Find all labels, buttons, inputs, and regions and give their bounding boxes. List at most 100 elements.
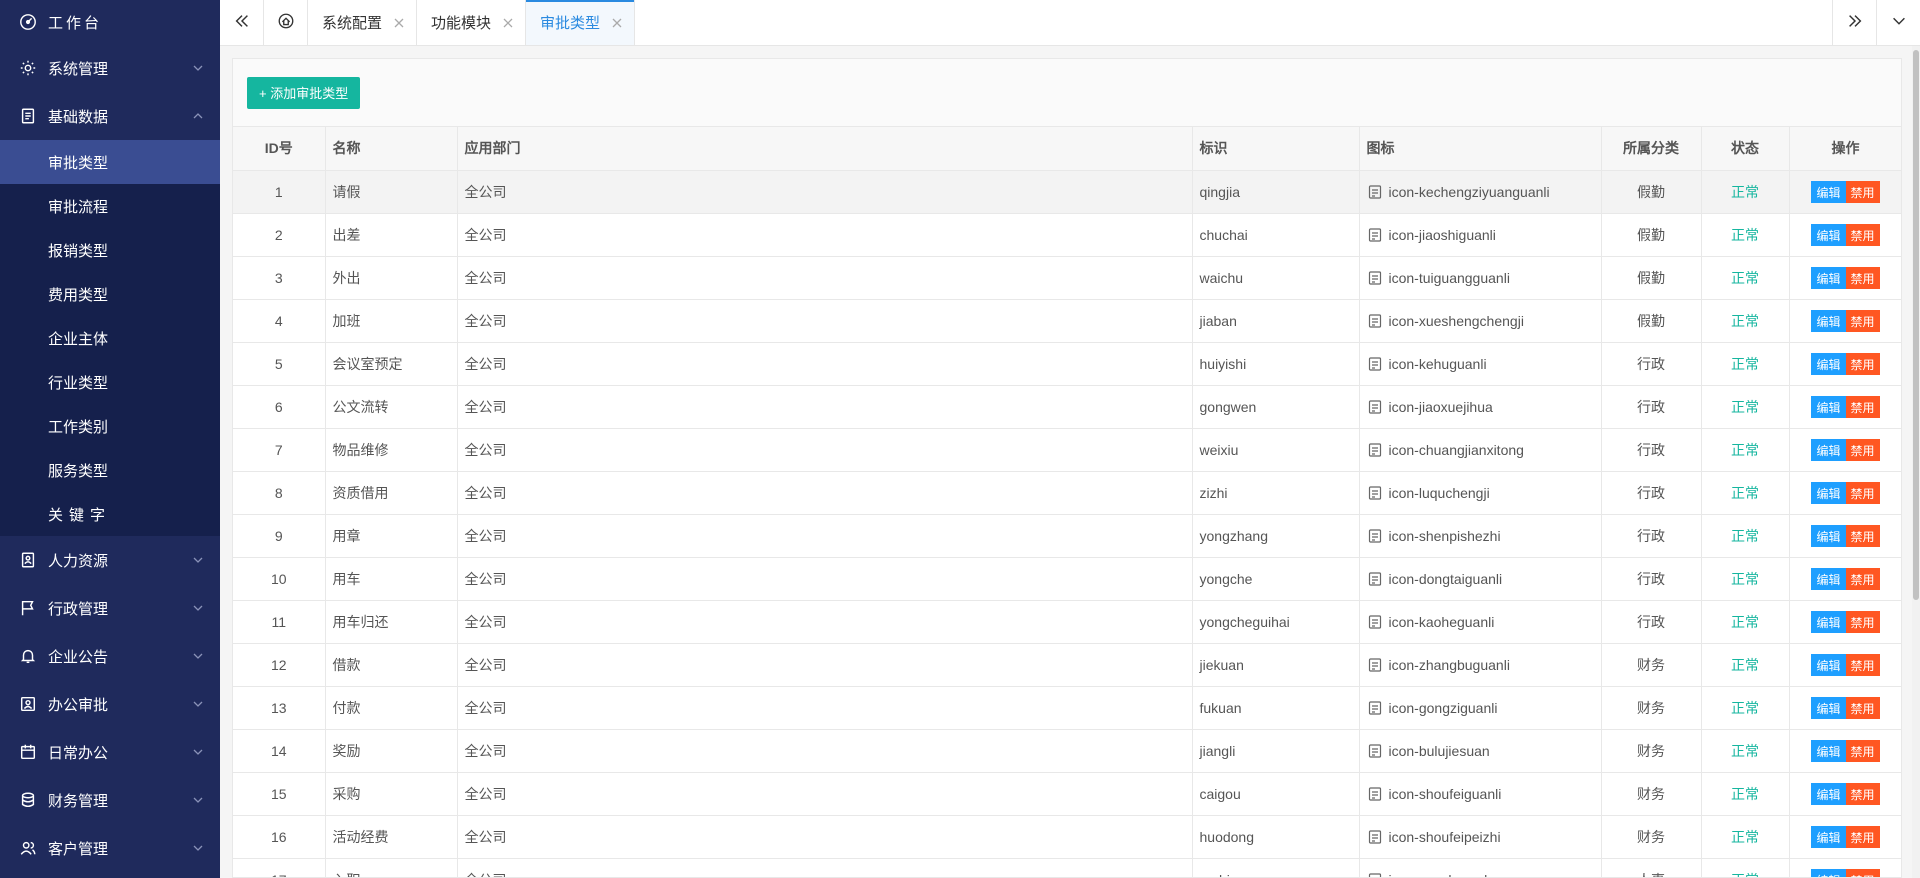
table-row[interactable]: 7 物品维修 全公司 weixiu icon-chuangjianxitong 行政 正常编… [233, 428, 1901, 472]
table-row[interactable]: 17入职全公司ruzhi icon-xueshengdaoru 人事正常编辑禁用 [233, 858, 1901, 877]
table-row[interactable]: 3 外出 全公司 waichu icon-tuiguangguanli 假勤 正常 编辑 禁用 [233, 256, 1901, 300]
table-row[interactable]: 1 请假 全公司 qingjia icon-kechengziyuanguanli 假勤正… [233, 170, 1901, 214]
collapse-right-button[interactable] [1832, 0, 1876, 45]
edit-button[interactable]: 编辑 [1811, 352, 1846, 375]
sidebar-group-4[interactable]: 行政管理 [0, 584, 220, 632]
cell-dept: 全公司 [457, 256, 1193, 300]
id-card-icon [18, 550, 38, 570]
table-row[interactable]: 13 付款 全公司 fukuan icon-gongziguanli 财务 正常 编辑 禁用 [233, 686, 1901, 730]
table-row[interactable]: 15 采购 全公司 caigou icon-shoufeiguanli 财务 正常 编辑 禁用 [233, 772, 1901, 816]
table-row[interactable]: 2 出差 全公司 chuchai icon-jiaoshiguanli 假勤 正常 编辑 禁用 [233, 213, 1901, 257]
cell-name: 活动经费 [325, 815, 458, 859]
scrollbar-thumb[interactable] [1913, 50, 1919, 600]
add-approval-type-button[interactable]: + 添加审批类型 [247, 76, 361, 109]
sidebar-subitem-4[interactable]: 费用类型 [0, 272, 220, 316]
cell-icon: icon-jiaoshiguanli [1359, 213, 1602, 257]
disable-button[interactable]: 禁用 [1845, 653, 1880, 676]
table-row[interactable]: 5 会议室预定 全公司 huiyishi icon-kehuguanli 行政 正常 编辑 禁用 [233, 342, 1901, 386]
edit-button[interactable]: 编辑 [1811, 524, 1846, 547]
sidebar-subitem-7[interactable]: 工作类别 [0, 404, 220, 448]
edit-button[interactable]: 编辑 [1811, 610, 1846, 633]
edit-button[interactable]: 编辑 [1811, 395, 1846, 418]
table-row[interactable]: 10 用车 全公司 yongche icon-dongtaiguanli 行政 正常 编辑 禁用 [233, 557, 1901, 601]
cell-category: 财务 [1601, 772, 1702, 816]
edit-button[interactable]: 编辑 [1811, 653, 1846, 676]
chevron-down-icon [192, 602, 204, 614]
sidebar-subitem-3[interactable]: 报销类型 [0, 228, 220, 272]
disable-button[interactable]: 禁用 [1845, 524, 1880, 547]
table-row[interactable]: 8 资质借用 全公司 zizhi icon-luquchengji 行政 正常 编辑 禁用 [233, 471, 1901, 515]
disable-button[interactable]: 禁用 [1845, 438, 1880, 461]
sidebar-group-6[interactable]: 办公审批 [0, 680, 220, 728]
collapse-left-button[interactable] [220, 0, 264, 45]
edit-button[interactable]: 编辑 [1811, 180, 1846, 203]
sidebar-subitem-9[interactable]: 关键字 [0, 492, 220, 536]
table-row[interactable]: 12 借款 全公司 jiekuan icon-zhangbuguanli 财务 正常 编辑 禁用 [233, 643, 1901, 687]
table-row[interactable]: 16 活动经费 全公司 huodong icon-shoufeipeizhi 财务 正常 编辑… [233, 815, 1901, 859]
edit-button[interactable]: 编辑 [1811, 309, 1846, 332]
edit-button[interactable]: 编辑 [1811, 825, 1846, 848]
sidebar-group-2[interactable]: 基础数据 [0, 92, 220, 140]
edit-button[interactable]: 编辑 [1811, 481, 1846, 504]
table-row[interactable]: 6 公文流转 全公司 gongwen icon-jiaoxuejihua 行政 正常 编辑 禁用 [233, 385, 1901, 429]
sidebar-item-dashboard[interactable]: 工作台 [0, 0, 220, 44]
table-row[interactable]: 4 加班 全公司 jiaban icon-xueshengchengji 假勤 正常 编辑 禁用 [233, 299, 1901, 343]
sidebar-subitem-6[interactable]: 行业类型 [0, 360, 220, 404]
edit-button[interactable]: 编辑 [1811, 567, 1846, 590]
disable-button[interactable]: 禁用 [1845, 868, 1880, 877]
disable-button[interactable]: 禁用 [1845, 352, 1880, 375]
tab-1[interactable]: 系统配置 [308, 0, 418, 45]
edit-button[interactable]: 编辑 [1811, 739, 1846, 762]
disable-button[interactable]: 禁用 [1845, 825, 1880, 848]
sidebar-group-9[interactable]: 客户管理 [0, 824, 220, 872]
sidebar-group-1[interactable]: 系统管理 [0, 44, 220, 92]
table-row[interactable]: 9 用章 全公司 yongzhang icon-shenpishezhi 行政 正常 编辑 禁用 [233, 514, 1901, 558]
cell-icon: icon-gongziguanli [1359, 686, 1602, 730]
cell-key: jiaban [1192, 299, 1360, 343]
tab-3[interactable]: 审批类型 [526, 0, 636, 45]
disable-button[interactable]: 禁用 [1845, 610, 1880, 633]
edit-button[interactable]: 编辑 [1811, 696, 1846, 719]
sidebar-subitem-1[interactable]: 审批类型 [0, 140, 220, 184]
sidebar-group-8[interactable]: 财务管理 [0, 776, 220, 824]
disable-button[interactable]: 禁用 [1845, 782, 1880, 805]
disable-button[interactable]: 禁用 [1845, 180, 1880, 203]
close-icon[interactable] [394, 18, 404, 28]
bell-icon [18, 646, 38, 666]
disable-button[interactable]: 禁用 [1845, 739, 1880, 762]
disable-button[interactable]: 禁用 [1845, 223, 1880, 246]
sidebar-subitem-5[interactable]: 企业主体 [0, 316, 220, 360]
chevron-down-icon [192, 554, 204, 566]
sidebar-subitem-8[interactable]: 服务类型 [0, 448, 220, 492]
cell-status: 正常 [1701, 385, 1790, 429]
edit-button[interactable]: 编辑 [1811, 782, 1846, 805]
edit-button[interactable]: 编辑 [1811, 223, 1846, 246]
disable-button[interactable]: 禁用 [1845, 567, 1880, 590]
sidebar: 工作台 系统管理 基础数据 审批类型 审批流程 报销类型 费用类型 企业主体 行业类型 工作类别… [0, 0, 220, 878]
sidebar-group-5[interactable]: 企业公告 [0, 632, 220, 680]
disable-button[interactable]: 禁用 [1845, 266, 1880, 289]
sidebar-group-3[interactable]: 人力资源 [0, 536, 220, 584]
disable-button[interactable]: 禁用 [1845, 696, 1880, 719]
sidebar-group-7[interactable]: 日常办公 [0, 728, 220, 776]
edit-button[interactable]: 编辑 [1811, 266, 1846, 289]
disable-button[interactable]: 禁用 [1845, 309, 1880, 332]
edit-button[interactable]: 编辑 [1811, 438, 1846, 461]
disable-button[interactable]: 禁用 [1845, 481, 1880, 504]
sidebar-group-label: 行政管理 [48, 600, 109, 618]
close-icon[interactable] [612, 18, 622, 28]
sidebar-subitem-2[interactable]: 审批流程 [0, 184, 220, 228]
disable-button[interactable]: 禁用 [1845, 395, 1880, 418]
sidebar-group-label: 日常办公 [48, 744, 109, 762]
chevron-down-icon [192, 746, 204, 758]
edit-button[interactable]: 编辑 [1811, 868, 1846, 877]
cell-actions: 编辑禁用 [1789, 600, 1901, 644]
table-row[interactable]: 11 用车归还 全公司 yongcheguihai icon-kaoheguanli 行政… [233, 600, 1901, 644]
home-tab[interactable] [264, 0, 308, 45]
tab-2[interactable]: 功能模块 [417, 0, 527, 45]
table-row[interactable]: 14 奖励 全公司 jiangli icon-bulujiesuan 财务 正常 编辑 禁用 [233, 729, 1901, 773]
close-icon[interactable] [503, 18, 513, 28]
tab-bar: 系统配置 功能模块 审批类型 [220, 0, 1920, 46]
vertical-scrollbar[interactable] [1912, 46, 1920, 878]
tab-menu-button[interactable] [1876, 0, 1920, 45]
